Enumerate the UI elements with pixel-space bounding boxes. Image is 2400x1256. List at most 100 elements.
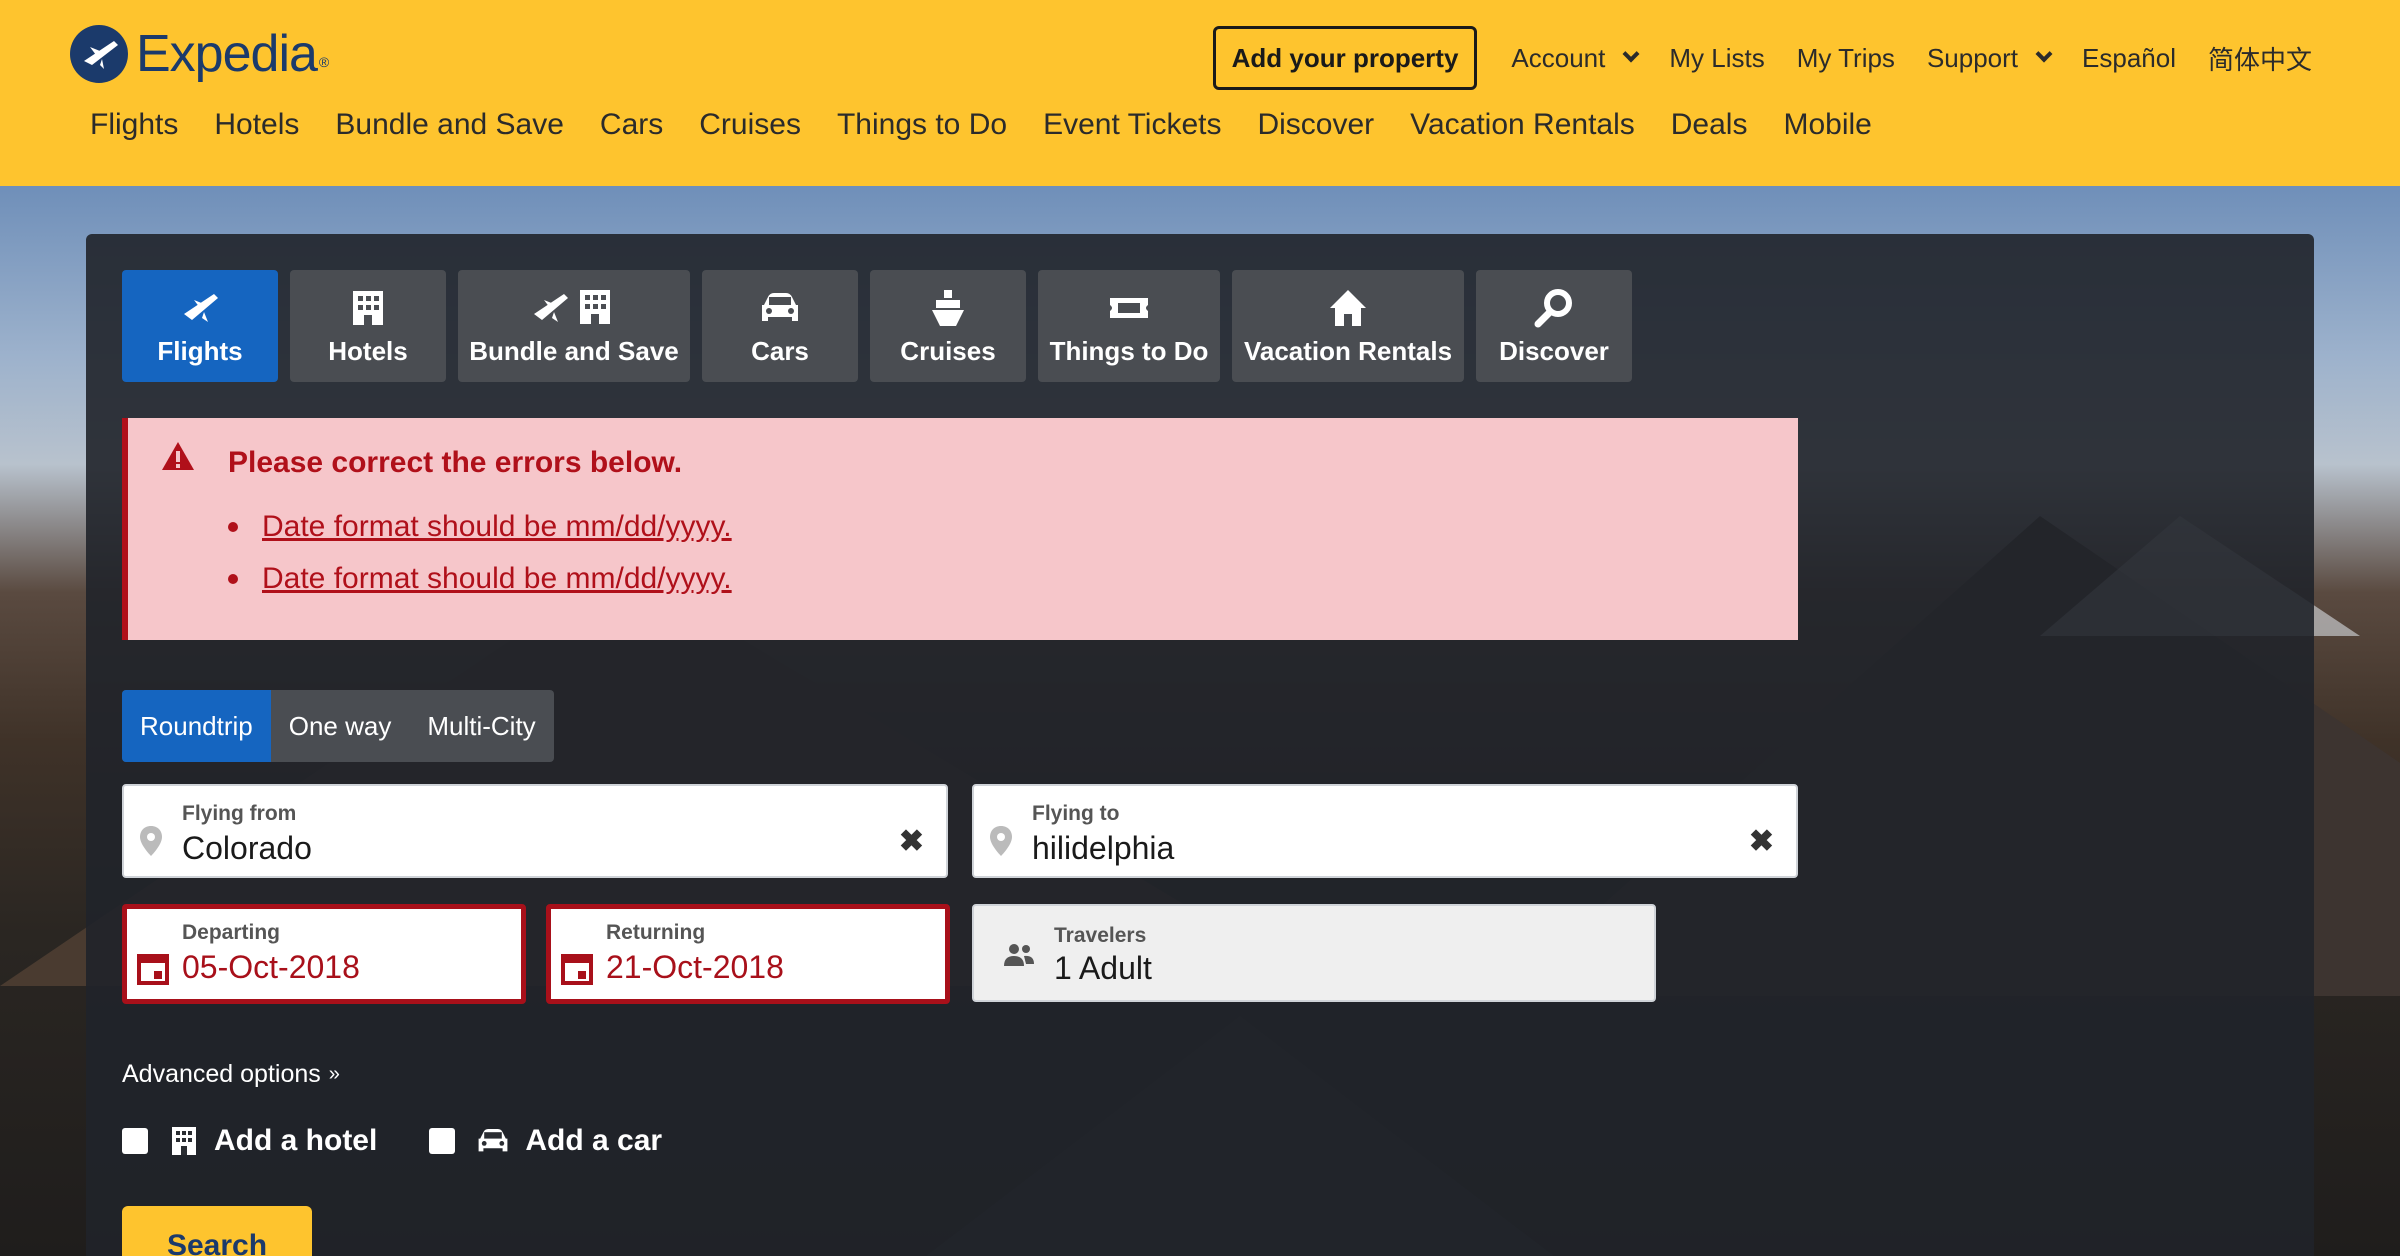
building-icon — [351, 286, 385, 330]
trip-type-selector: Roundtrip One way Multi-City — [122, 690, 554, 762]
tab-vacation-rentals[interactable]: Vacation Rentals — [1232, 270, 1464, 382]
search-panel: Flights Hotels Bundle and Save Cars Crui… — [86, 234, 2314, 1256]
support-label: Support — [1926, 42, 2019, 73]
site-header: Expedia ® Add your property Account My L… — [0, 0, 2400, 186]
add-hotel-label: Add a hotel — [214, 1124, 378, 1157]
account-menu[interactable]: Account — [1511, 42, 1640, 74]
tab-flights[interactable]: Flights — [122, 270, 278, 382]
tab-cars[interactable]: Cars — [702, 270, 858, 382]
error-item: Date format should be mm/dd/yyyy. — [228, 510, 732, 544]
trip-one-way[interactable]: One way — [271, 690, 410, 762]
tab-label: Vacation Rentals — [1243, 335, 1453, 366]
flying-from-label: Flying from — [182, 802, 297, 825]
chevron-down-icon — [1622, 45, 1640, 63]
spanish-link[interactable]: Español — [2082, 43, 2176, 74]
nav-things-to-do[interactable]: Things to Do — [837, 108, 1007, 142]
my-lists-link[interactable]: My Lists — [1669, 43, 1764, 74]
globe-plane-icon — [70, 25, 128, 83]
search-button[interactable]: Search — [122, 1206, 312, 1256]
tab-discover[interactable]: Discover — [1476, 270, 1632, 382]
magnifier-icon — [1534, 286, 1574, 330]
expedia-logo[interactable]: Expedia ® — [70, 24, 329, 84]
add-hotel-option[interactable]: Add a hotel — [122, 1124, 377, 1158]
flying-to-label: Flying to — [1032, 802, 1120, 825]
trip-multi-city[interactable]: Multi-City — [409, 690, 553, 762]
advanced-options-toggle[interactable]: Advanced options » — [122, 1060, 340, 1089]
trip-roundtrip[interactable]: Roundtrip — [122, 690, 271, 762]
car-icon — [477, 1127, 509, 1155]
nav-cars[interactable]: Cars — [600, 108, 663, 142]
nav-bundle[interactable]: Bundle and Save — [335, 108, 564, 142]
error-item: Date format should be mm/dd/yyyy. — [228, 562, 732, 596]
returning-label: Returning — [606, 921, 706, 944]
brand-name: Expedia — [136, 25, 318, 83]
add-hotel-checkbox[interactable] — [122, 1128, 148, 1154]
nav-discover[interactable]: Discover — [1257, 108, 1374, 142]
departing-field[interactable]: Departing 05-Oct-2018 — [122, 904, 526, 1004]
travelers-field[interactable]: Travelers 1 Adult — [972, 904, 1656, 1002]
error-title: Please correct the errors below. — [228, 446, 683, 479]
my-trips-link[interactable]: My Trips — [1797, 43, 1895, 74]
calendar-icon — [561, 953, 593, 990]
plane-icon — [180, 286, 220, 330]
flying-from-field[interactable]: Flying from Colorado ✖ — [122, 784, 948, 878]
people-icon — [1002, 942, 1036, 973]
support-menu[interactable]: Support — [1926, 42, 2053, 74]
travelers-value: 1 Adult — [1054, 950, 1152, 986]
tab-hotels[interactable]: Hotels — [290, 270, 446, 382]
account-label: Account — [1511, 42, 1606, 73]
car-icon — [760, 286, 800, 330]
returning-field[interactable]: Returning 21-Oct-2018 — [546, 904, 950, 1004]
nav-flights[interactable]: Flights — [90, 108, 178, 142]
add-car-label: Add a car — [525, 1124, 663, 1157]
main-nav: Flights Hotels Bundle and Save Cars Crui… — [90, 108, 1908, 142]
nav-event-tickets[interactable]: Event Tickets — [1043, 108, 1221, 142]
tab-label: Discover — [1499, 335, 1609, 366]
location-pin-icon — [138, 824, 164, 863]
nav-deals[interactable]: Deals — [1671, 108, 1748, 142]
plane-building-icon — [532, 286, 616, 330]
add-car-checkbox[interactable] — [429, 1128, 456, 1154]
departing-label: Departing — [182, 921, 281, 944]
clear-icon[interactable]: ✖ — [1749, 824, 1774, 859]
nav-hotels[interactable]: Hotels — [214, 108, 299, 142]
tab-label: Cars — [751, 335, 809, 366]
tab-label: Flights — [157, 335, 243, 366]
travelers-label: Travelers — [1054, 924, 1147, 947]
building-icon — [170, 1125, 198, 1157]
add-property-button[interactable]: Add your property — [1212, 26, 1478, 90]
error-list: Date format should be mm/dd/yyyy. Date f… — [228, 510, 732, 614]
ship-icon — [930, 286, 966, 330]
error-alert: Please correct the errors below. Date fo… — [122, 418, 1798, 640]
chinese-link[interactable]: 简体中文 — [2208, 40, 2312, 77]
flying-from-value[interactable]: Colorado — [182, 830, 312, 867]
flying-to-value[interactable]: hilidelphia — [1032, 830, 1174, 867]
nav-mobile[interactable]: Mobile — [1783, 108, 1871, 142]
nav-cruises[interactable]: Cruises — [699, 108, 801, 142]
nav-vacation-rentals[interactable]: Vacation Rentals — [1410, 108, 1635, 142]
double-chevron-down-icon: » — [328, 1063, 340, 1085]
warning-icon — [160, 440, 196, 477]
error-link-returning[interactable]: Date format should be mm/dd/yyyy. — [262, 562, 732, 596]
clear-icon[interactable]: ✖ — [899, 824, 924, 859]
tab-label: Cruises — [900, 335, 996, 366]
house-icon — [1328, 286, 1368, 330]
product-tabs: Flights Hotels Bundle and Save Cars Crui… — [122, 270, 1644, 382]
returning-value[interactable]: 21-Oct-2018 — [606, 949, 784, 986]
ticket-icon — [1108, 286, 1150, 330]
tab-bundle-and-save[interactable]: Bundle and Save — [458, 270, 690, 382]
tab-cruises[interactable]: Cruises — [870, 270, 1026, 382]
flying-to-field[interactable]: Flying to hilidelphia ✖ — [972, 784, 1798, 878]
registered-mark: ® — [318, 54, 330, 70]
tab-things-to-do[interactable]: Things to Do — [1038, 270, 1220, 382]
tab-label: Hotels — [328, 335, 408, 366]
bullet — [228, 574, 238, 584]
error-link-departing[interactable]: Date format should be mm/dd/yyyy. — [262, 510, 732, 544]
add-car-option[interactable]: Add a car — [429, 1124, 662, 1158]
departing-value[interactable]: 05-Oct-2018 — [182, 949, 360, 986]
advanced-options-label: Advanced options — [122, 1060, 321, 1088]
calendar-icon — [137, 953, 169, 990]
utility-nav: Add your property Account My Lists My Tr… — [1212, 26, 2312, 90]
addon-options: Add a hotel Add a car — [122, 1124, 714, 1158]
bullet — [228, 522, 238, 532]
